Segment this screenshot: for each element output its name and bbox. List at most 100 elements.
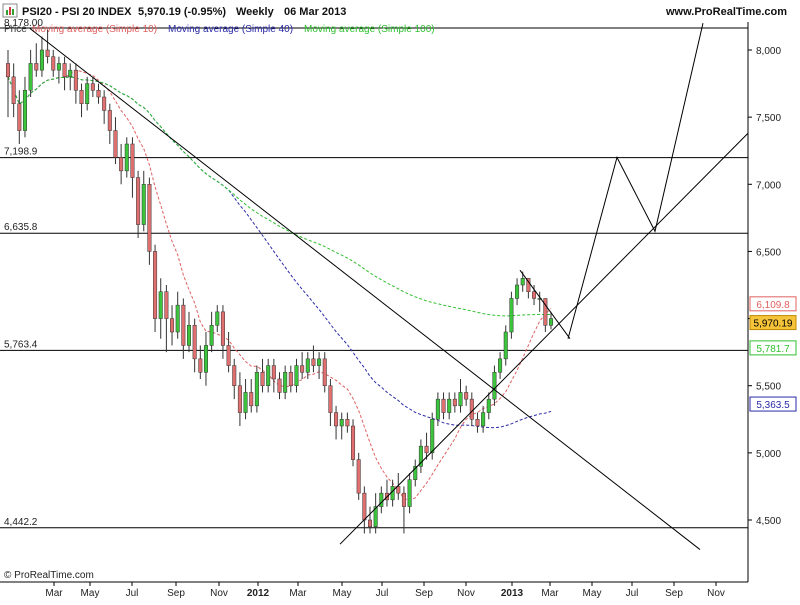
level-label: 7,198.9 (4, 147, 38, 158)
legend: Price Moving average (Simple 10) Moving … (4, 24, 435, 35)
candle-body (288, 372, 293, 386)
candle-body (266, 365, 271, 386)
ma10-line (7, 69, 552, 502)
header-quote: 5,970.19 (-0.95%) (138, 6, 226, 18)
candle-body (447, 398, 452, 413)
x-tick-label: Sep (167, 588, 185, 599)
candle-body (469, 398, 474, 420)
legend-ma40: Moving average (Simple 40) (168, 24, 293, 35)
chart-icon-bar (6, 10, 8, 15)
candle-body (334, 412, 339, 427)
candle-body (486, 398, 491, 413)
candles (5, 29, 554, 534)
x-tick-label: May (583, 588, 602, 599)
header-site[interactable]: www.ProRealTime.com (665, 6, 787, 18)
candle-body (458, 392, 463, 407)
uptrend-line (339, 132, 749, 545)
y-tick-label: 4,500 (756, 516, 781, 527)
candle-body (28, 63, 33, 91)
candle-body (39, 49, 44, 71)
x-tick-label: Jul (626, 588, 639, 599)
header: PSI20 - PSI 20 INDEX 5,970.19 (-0.95%) W… (2, 3, 787, 18)
candle-body (430, 419, 435, 454)
candle-body (73, 69, 78, 91)
candle-body (186, 325, 192, 346)
y-tick-label: 7,000 (756, 180, 781, 191)
candle-body (147, 184, 152, 252)
candle-body (243, 392, 248, 413)
candle-body (271, 365, 276, 380)
projection-path (567, 23, 704, 339)
candle-body (79, 90, 84, 104)
candle-body (11, 76, 16, 104)
x-axis: Mar May Jul Sep Nov 2012 Mar May Jul Sep Nov 2013 Ma… (45, 582, 725, 599)
candle-body (345, 419, 350, 427)
candle-body (215, 311, 220, 326)
candle-body (481, 412, 486, 427)
price-tag-label: 5,781.7 (756, 344, 790, 355)
y-tick-label: 7,500 (756, 113, 781, 124)
candle-body (102, 96, 107, 111)
candle-body (498, 358, 503, 373)
x-tick-label: Nov (210, 588, 228, 599)
candle-body (181, 304, 186, 346)
x-tick-label: Nov (707, 588, 725, 599)
candle-body (85, 83, 90, 104)
candle-body (56, 63, 61, 71)
chart-container: PSI20 - PSI 20 INDEX 5,970.19 (-0.95%) W… (0, 0, 800, 600)
legend-ma10: Moving average (Simple 10) (32, 24, 157, 35)
candle-body (226, 345, 231, 366)
candle-body (311, 358, 316, 366)
level-label: 5,763.4 (4, 339, 38, 350)
candle-body (198, 358, 203, 373)
legend-ma100: Moving average (Simple 100) (304, 24, 435, 35)
price-tag-label: 5,970.19 (754, 319, 793, 330)
header-period: Weekly (236, 6, 275, 18)
trend-annotations (29, 23, 749, 550)
candle-body (254, 372, 259, 407)
price-tag-label: 5,363.5 (756, 400, 790, 411)
y-tick-label: 5,000 (756, 449, 781, 460)
candle-body (492, 372, 497, 400)
header-date: 06 Mar 2013 (284, 6, 346, 18)
candle-body (260, 372, 265, 386)
candle-body (277, 378, 282, 393)
candle-body (164, 291, 169, 319)
x-tick-label: May (81, 588, 100, 599)
candle-body (45, 49, 50, 57)
candle-body (141, 184, 146, 225)
candle-body (209, 325, 214, 346)
x-tick-label: Nov (457, 588, 475, 599)
y-tick-label: 5,500 (756, 382, 781, 393)
ma100-line (7, 76, 552, 317)
price-chart[interactable]: PSI20 - PSI 20 INDEX 5,970.19 (-0.95%) W… (0, 0, 800, 600)
price-tag-label: 6,109.8 (756, 300, 790, 311)
candle-body (390, 486, 395, 501)
level-label: 4,442.2 (4, 517, 38, 528)
x-tick-label: Jul (376, 588, 389, 599)
candle-body (407, 479, 412, 507)
candle-body (367, 519, 373, 527)
candle-body (62, 63, 67, 78)
candle-body (130, 143, 135, 178)
header-title: PSI20 - PSI 20 INDEX (22, 6, 132, 18)
candle-body (441, 398, 446, 413)
candle-body (192, 325, 197, 360)
level-label: 6,635.8 (4, 222, 38, 233)
candle-body (339, 419, 344, 427)
copyright: © ProRealTime.com (4, 570, 94, 581)
candle-body (424, 445, 429, 454)
x-tick-label: Mar (45, 588, 63, 599)
candle-body (153, 251, 158, 319)
candle-body (22, 90, 27, 131)
candle-body (136, 177, 141, 225)
candle-body (175, 304, 180, 333)
candle-body (237, 385, 242, 413)
moving-averages (7, 69, 552, 502)
candle-body (435, 398, 440, 420)
candle-body (107, 110, 112, 131)
candle-body (300, 365, 305, 373)
candle-body (503, 331, 508, 360)
candle-body (283, 372, 288, 393)
candle-body (51, 56, 56, 71)
